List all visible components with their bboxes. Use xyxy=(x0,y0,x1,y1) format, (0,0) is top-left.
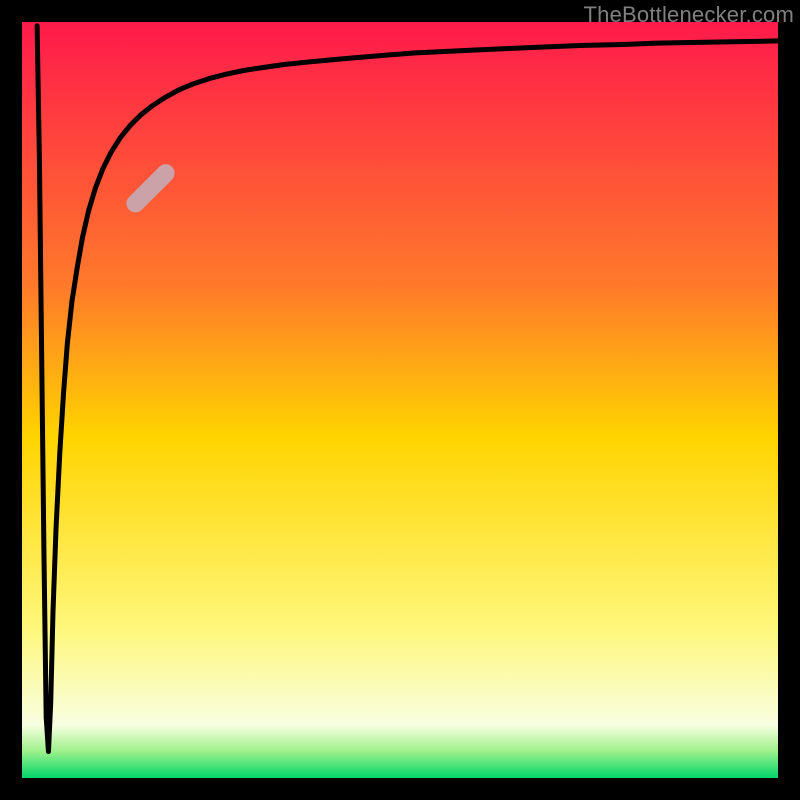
watermark-text: TheBottlenecker.com xyxy=(584,2,794,28)
chart-svg xyxy=(0,0,800,800)
plot-background xyxy=(22,22,778,778)
chart-container: TheBottlenecker.com xyxy=(0,0,800,800)
